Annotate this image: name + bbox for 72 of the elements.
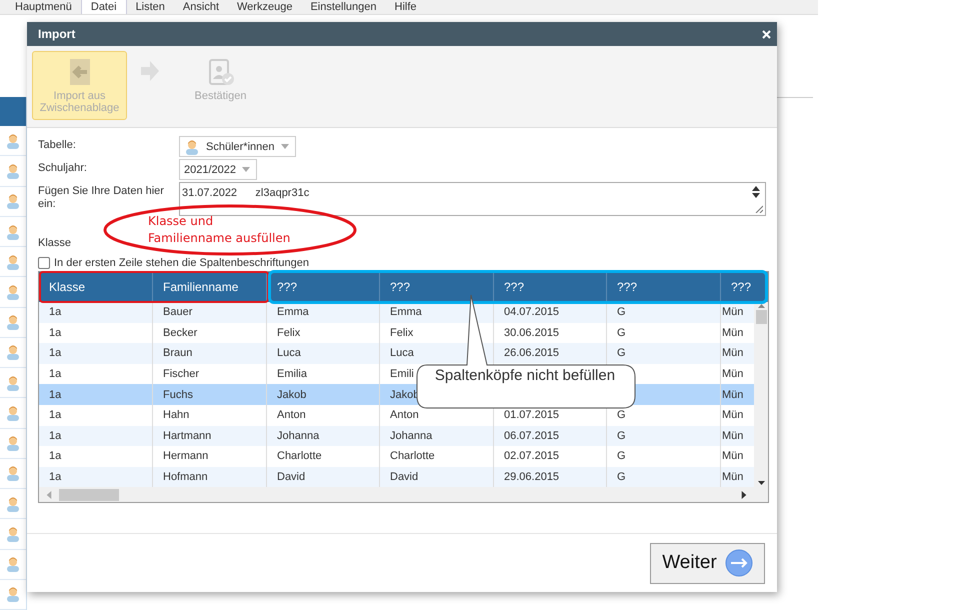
person-icon [5,344,21,360]
person-icon [5,556,21,572]
scrollbar-thumb[interactable] [756,310,766,324]
horizontal-scrollbar[interactable] [39,487,768,502]
table-cell-text: Mün [721,388,744,403]
pasted-text: 31.07.2022 zl3aqpr31c [182,187,310,199]
column-header[interactable]: ??? [494,272,607,302]
grid-row[interactable]: 1a Bauer Emma Emma 04.07.2015 G Mün [39,302,754,323]
person-icon [5,496,21,512]
person-icon [5,435,21,452]
table-cell-text: Mün [721,408,744,424]
person-icon [5,193,21,210]
menu-tab[interactable]: Ansicht [174,0,228,14]
column-header[interactable]: Klasse [39,272,153,302]
menu-tab[interactable]: Einstellungen [301,0,386,14]
column-header[interactable]: ??? [607,272,721,302]
person-icon [5,254,21,270]
person-icon [5,404,21,421]
person-icon [5,314,21,330]
data-input-field[interactable]: 31.07.2022 zl3aqpr31c [179,182,766,216]
menu-tab[interactable]: Datei [80,0,127,14]
menu-tab[interactable]: Hauptmenü [6,0,81,14]
person-icon [5,465,21,482]
scroll-down-icon [758,479,764,488]
arrow-right-icon [724,549,753,577]
vertical-scrollbar[interactable] [754,302,768,488]
field-label: Schuljahr: [38,161,88,175]
table-cell-text: Mün [721,449,744,464]
table-cell-text: Mün [721,428,744,444]
dialog-title: Import [38,27,76,41]
field-label: Tabelle: [38,138,77,152]
close-icon[interactable] [762,30,771,38]
class-label: Klasse [38,237,72,249]
caret-icon [242,167,250,172]
person-icon [184,138,200,154]
table-cell-text: Mün [721,470,744,486]
table-select[interactable]: Schüler*innen [179,136,296,157]
spin-arrows-icon [752,186,760,198]
menu-tab[interactable]: Werkzeuge [228,0,302,14]
person-icon [5,224,21,240]
person-icon [5,163,21,180]
grid-row[interactable]: 1a Becker Felix Felix 30.06.2015 G Mün [39,322,754,344]
checkbox-label: In der ersten Zeile stehen die Spaltenbeschriftungen [54,257,309,269]
grid-row[interactable]: 1a Hofmann David David 29.06.2015 G Mün [39,466,754,488]
header-strip [0,97,26,126]
scroll-up-icon [758,302,764,310]
table-cell-text: Mün [721,305,744,320]
scroll-left-icon [45,490,53,499]
person-icon [5,284,21,300]
grid-row[interactable]: 1a Hartmann Johanna Johanna 06.07.2015 G Mün [39,426,754,446]
field-label: Fügen Sie Ihre Daten hier ein: [38,184,165,211]
person-icon [5,374,21,391]
person-icon [5,526,21,542]
grid-row[interactable]: 1a Braun Luca Luca 26.06.2015 G Mün [39,343,754,364]
column-header[interactable]: Familienname [153,272,267,302]
table-cell-text: Mün [721,346,744,362]
menu-tab[interactable]: Listen [126,0,174,14]
resize-grip-icon [755,205,763,213]
header-checkbox[interactable] [38,257,50,269]
table-cell-text: Mün [721,326,744,341]
person-check-icon [206,58,234,86]
year-select[interactable]: 2021/2022 [179,159,257,180]
menu-tab[interactable]: Hilfe [386,0,426,14]
annotation-note: Klasse und Familienname ausfüllen [148,213,290,247]
person-icon [5,586,21,602]
column-header[interactable]: ??? [267,272,380,302]
scrollbar-thumb[interactable] [59,488,119,501]
scroll-right-icon [740,490,748,499]
next-button[interactable]: Weiter [650,542,765,584]
table-cell-text: Mün [721,367,744,382]
person-icon [5,132,21,149]
caret-icon [280,144,288,149]
